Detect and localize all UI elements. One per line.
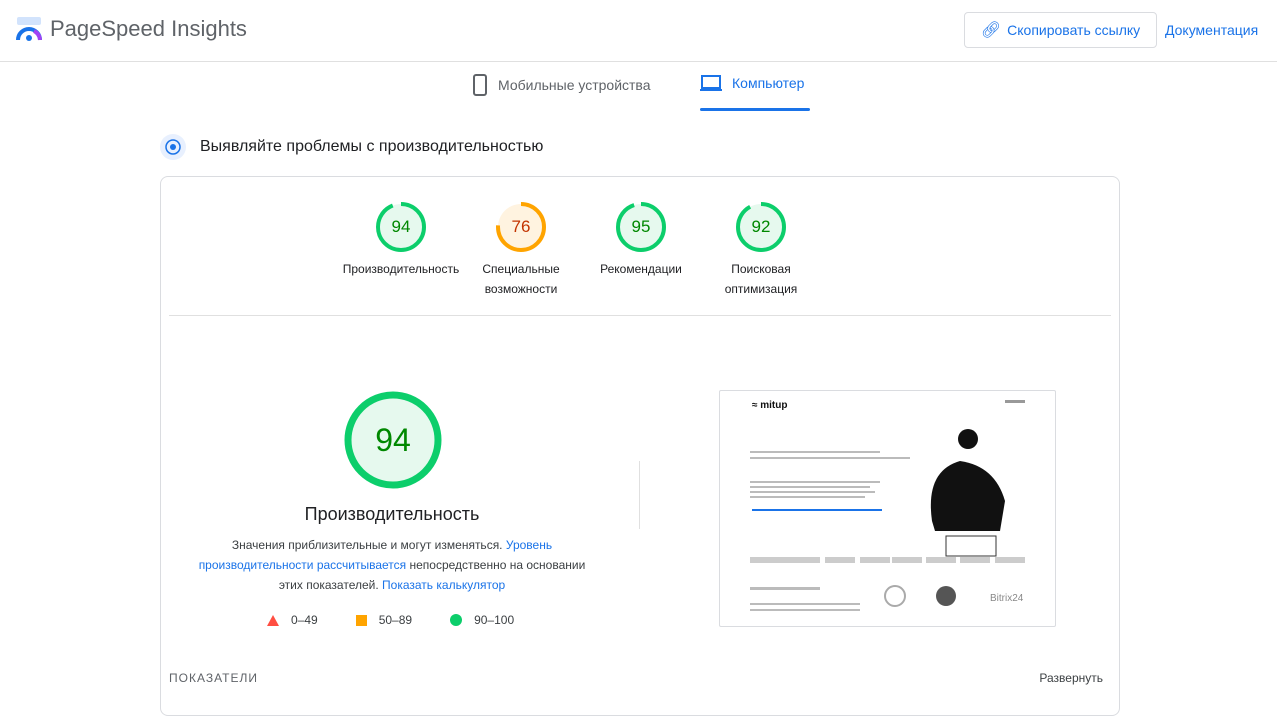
score-label: Производительность [342, 262, 460, 276]
score-ring: 76 [495, 201, 547, 253]
main-score-title: Производительность [304, 504, 480, 524]
score-gauge[interactable]: 92 Поисковая оптимизация [701, 201, 821, 299]
svg-text:Bitrix24: Bitrix24 [990, 593, 1024, 604]
laptop-icon [700, 75, 722, 91]
tab-mobile[interactable]: Мобильные устройства [472, 74, 651, 96]
tab-desktop-label: Компьютер [732, 75, 805, 91]
page-screenshot: ≈ mitup Bitrix24 [719, 390, 1056, 627]
main-score-value: 94 [375, 421, 411, 458]
copy-link-label: Скопировать ссылку [1007, 22, 1141, 38]
score-value: 92 [751, 217, 771, 236]
tab-desktop[interactable]: Компьютер [700, 74, 804, 92]
score-ring: 92 [735, 201, 787, 253]
active-tab-indicator [700, 108, 810, 111]
svg-text:≈ mitup: ≈ mitup [752, 400, 787, 411]
score-gauge[interactable]: 95 Рекомендации [581, 201, 701, 279]
app-title: PageSpeed Insights [50, 16, 247, 41]
desc-text-1: Значения приблизительные и могут изменят… [231, 538, 503, 552]
score-value: 76 [511, 217, 531, 236]
pagespeed-logo-icon [16, 17, 42, 41]
show-calculator-link[interactable]: Показать калькулятор [382, 578, 505, 592]
score-gauge[interactable]: 76 Специальные возможности [461, 201, 581, 299]
score-legend: 0–49 50–89 90–100 [267, 613, 514, 627]
square-icon [355, 614, 367, 626]
metrics-heading: ПОКАЗАТЕЛИ [169, 671, 258, 685]
score-ring: 94 [375, 201, 427, 253]
score-value: 95 [631, 217, 651, 236]
device-tabs: Мобильные устройства Компьютер [0, 62, 1277, 112]
divider [169, 315, 1111, 316]
report-card: 94 Производительность 76 Специальные возмож… [160, 176, 1120, 716]
header: PageSpeed Insights 🔗︎ Скопировать ссылку… [0, 0, 1277, 62]
lab-data-icon [160, 134, 186, 160]
logo[interactable]: PageSpeed Insights [16, 16, 247, 42]
tab-mobile-label: Мобильные устройства [498, 77, 651, 93]
legend-average: 50–89 [355, 613, 412, 627]
circle-icon [450, 614, 463, 626]
score-label: Поисковая оптимизация [724, 262, 798, 296]
vertical-divider [639, 461, 640, 529]
expand-button[interactable]: Развернуть [1039, 671, 1103, 685]
triangle-icon [267, 614, 279, 626]
copy-link-button[interactable]: 🔗︎ Скопировать ссылку [964, 12, 1157, 48]
score-value: 94 [391, 217, 411, 236]
section-title-text: Выявляйте проблемы с производительностью [200, 138, 544, 155]
score-ring: 95 [615, 201, 667, 253]
main-score-gauge[interactable]: 94 [343, 390, 443, 490]
link-icon: 🔗︎ [980, 22, 1002, 39]
score-label: Специальные возможности [482, 262, 560, 296]
phone-icon [473, 74, 487, 96]
score-description: Значения приблизительные и могут изменят… [191, 535, 593, 595]
score-gauge[interactable]: 94 Производительность [341, 201, 461, 279]
documentation-link[interactable]: Документация [1165, 22, 1258, 38]
score-label: Рекомендации [600, 262, 682, 276]
legend-pass: 90–100 [450, 613, 514, 627]
section-title: Выявляйте проблемы с производительностью [160, 134, 543, 160]
legend-fail: 0–49 [267, 613, 318, 627]
